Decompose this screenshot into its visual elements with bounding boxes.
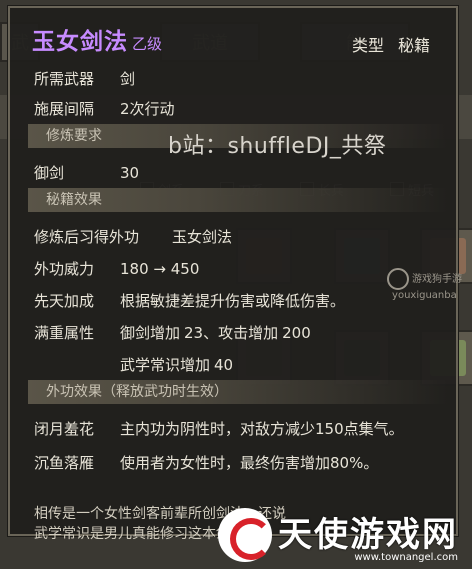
effect1-row: 闭月羞花 主内功为阴性时，对敌方减少150点集气。 [34, 418, 404, 439]
learn-label: 修炼后习得外功 [34, 228, 140, 246]
site-logo-icon [218, 508, 272, 562]
type-label: 类型 [351, 36, 384, 55]
innate-suffix: 差提升伤害或降低伤害。 [180, 292, 346, 310]
effect2-label: 沉鱼落雁 [34, 454, 95, 472]
learn-value: 玉女剑法 [172, 228, 233, 246]
side-logo-icon [386, 268, 409, 290]
tooltip-title: 玉女剑法 乙级 [32, 22, 162, 56]
site-logo-name: 天使游戏网 [278, 515, 458, 555]
req-skill-row: 御剑 30 [34, 162, 139, 183]
innate-highlight: 敏捷 [150, 292, 181, 310]
effect2-text: 使用者为女性时，最终伤害增加80%。 [120, 454, 379, 472]
power-row: 外功威力 180 → 450 [34, 258, 199, 279]
mastery-label: 满重属性 [34, 324, 95, 342]
mastery-3-value: 40 [214, 355, 234, 374]
required-weapon-label: 所需武器 [34, 70, 95, 88]
mastery-row: 满重属性 御剑增加 23 、攻击增加 200 [34, 322, 311, 343]
mastery-1-value: 23 [184, 323, 204, 342]
type-row: 类型 秘籍 [352, 32, 430, 56]
effect1-label: 闭月羞花 [34, 420, 95, 438]
mastery-2-value: 200 [282, 323, 311, 342]
effect2-row: 沉鱼落雁 使用者为女性时，最终伤害增加80%。 [34, 452, 378, 473]
req-skill-label: 御剑 [34, 164, 65, 182]
skill-grade: 乙级 [132, 35, 163, 53]
mastery-2-name: 、攻击增加 [203, 324, 279, 342]
side-logo-watermark: 游戏狗手游 youxiguanba [386, 268, 462, 301]
side-logo-text: 游戏狗手游 [412, 274, 462, 285]
side-logo-url: youxiguanba [392, 290, 457, 301]
site-logo-watermark: 天使游戏网 www.townangel.com [218, 507, 466, 563]
innate-row: 先天加成 根据 敏捷 差提升伤害或降低伤害。 [34, 290, 345, 311]
required-weapon-value: 剑 [120, 70, 136, 88]
effect1-text: 主内功为阴性时，对敌方减少150点集气。 [120, 420, 404, 438]
learn-row: 修炼后习得外功 玉女剑法 [34, 226, 232, 247]
type-value: 秘籍 [397, 36, 430, 55]
section-effects: 秘籍效果 [28, 188, 448, 212]
innate-label: 先天加成 [34, 292, 95, 310]
required-weapon-row: 所需武器 剑 [34, 68, 135, 89]
mastery-3-name: 武学常识增加 [120, 356, 211, 374]
req-skill-value: 30 [120, 163, 140, 182]
mastery-1-name: 御剑增加 [120, 324, 181, 342]
skill-name: 玉女剑法 [32, 29, 128, 55]
innate-prefix: 根据 [120, 292, 151, 310]
section-external: 外功效果（释放武功时生效） [28, 380, 448, 404]
mastery-row-2: 武学常识增加 40 [120, 354, 233, 375]
interval-value: 2次行动 [120, 100, 175, 118]
power-value: 180 → 450 [120, 259, 200, 278]
interval-label: 施展间隔 [34, 100, 95, 118]
power-label: 外功威力 [34, 260, 95, 278]
interval-row: 施展间隔 2次行动 [34, 98, 175, 119]
bilibili-watermark: b站：shuffleDJ_共祭 [168, 134, 387, 159]
